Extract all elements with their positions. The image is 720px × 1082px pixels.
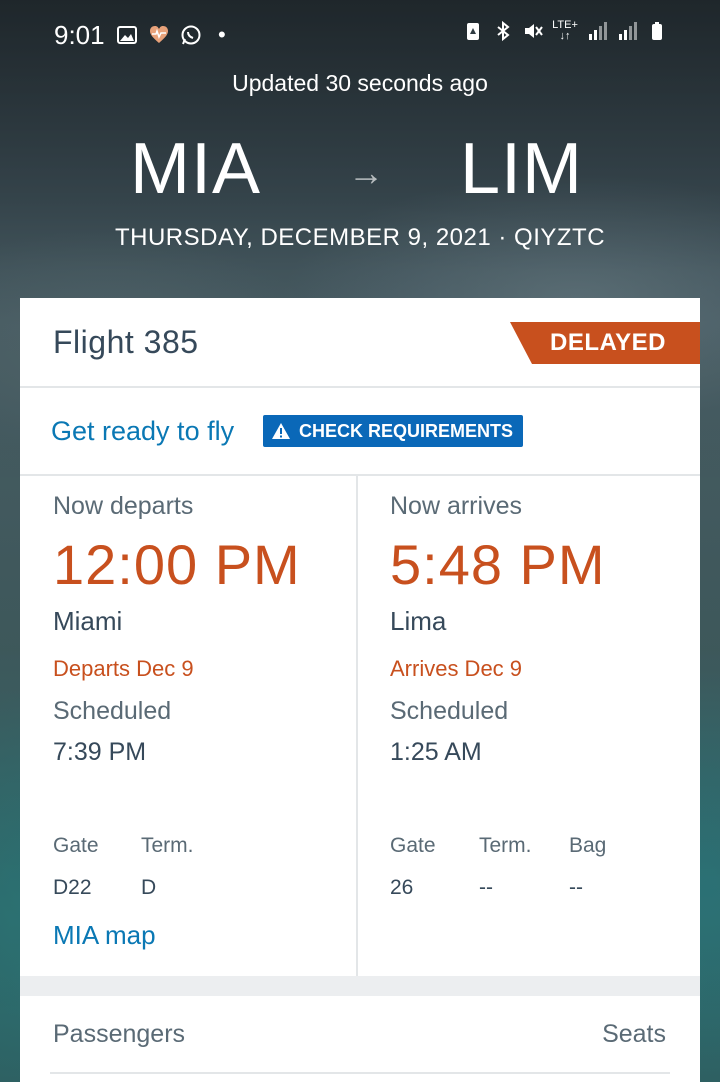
bluetooth-icon bbox=[497, 20, 510, 42]
arrival-term-label: Term. bbox=[479, 834, 532, 857]
departure-scheduled-label: Scheduled bbox=[53, 697, 172, 725]
departure-column: Now departs 12:00 PM Miami Departs Dec 9… bbox=[20, 474, 358, 976]
lte-icon: LTE+ ↓↑ bbox=[552, 19, 578, 42]
check-requirements-label: CHECK REQUIREMENTS bbox=[299, 420, 514, 441]
departure-gate-label: Gate bbox=[53, 834, 99, 857]
origin-code: MIA bbox=[130, 129, 262, 209]
trip-date-confirmation: THURSDAY, DECEMBER 9, 2021 · QIYZTC bbox=[114, 224, 606, 251]
seats-label: Seats bbox=[602, 1020, 666, 1048]
departs-label: Now departs bbox=[53, 492, 194, 520]
arrives-label: Now arrives bbox=[390, 492, 522, 520]
arrival-gate: 26 bbox=[390, 876, 414, 899]
destination-code: LIM bbox=[460, 129, 584, 209]
arrival-term: -- bbox=[479, 876, 493, 899]
status-left-icons: • bbox=[116, 22, 226, 48]
status-bar: 9:01 • LTE+ ↓↑ bbox=[0, 0, 720, 66]
signal-icon-2 bbox=[619, 22, 637, 40]
get-ready-row: Get ready to fly CHECK REQUIREMENTS bbox=[20, 388, 700, 476]
status-time: 9:01 bbox=[54, 20, 105, 50]
arrival-bag-label: Bag bbox=[569, 834, 607, 857]
departure-term-label: Term. bbox=[141, 834, 194, 857]
status-right-icons: LTE+ ↓↑ bbox=[462, 20, 668, 42]
arrival-city: Lima bbox=[390, 606, 447, 636]
departure-gate: D22 bbox=[53, 876, 92, 899]
arrival-time: 5:48 PM bbox=[390, 533, 606, 596]
arrival-gate-label: Gate bbox=[390, 834, 436, 857]
image-icon bbox=[117, 26, 137, 44]
arrival-bag: -- bbox=[569, 876, 583, 899]
arrival-column: Now arrives 5:48 PM Lima Arrives Dec 9 S… bbox=[358, 474, 700, 976]
arrival-scheduled-label: Scheduled bbox=[390, 697, 509, 725]
notification-dot: • bbox=[218, 22, 226, 47]
arrival-scheduled-time: 1:25 AM bbox=[390, 738, 482, 766]
passengers-divider bbox=[50, 1072, 670, 1074]
mute-icon bbox=[525, 24, 543, 38]
departure-scheduled-time: 7:39 PM bbox=[53, 738, 147, 766]
passengers-header: Passengers Seats bbox=[20, 996, 700, 1082]
route-header: MIA → LIM bbox=[0, 128, 720, 224]
warning-icon bbox=[272, 423, 290, 439]
flight-title-row: Flight 385 DELAYED bbox=[20, 298, 700, 388]
get-ready-link[interactable]: Get ready to fly bbox=[51, 416, 234, 447]
status-badge: DELAYED bbox=[510, 322, 700, 364]
check-requirements-button[interactable]: CHECK REQUIREMENTS bbox=[263, 415, 524, 447]
passengers-label: Passengers bbox=[53, 1020, 186, 1048]
lte-label: LTE+ bbox=[552, 19, 578, 31]
updated-text: Updated 30 seconds ago bbox=[232, 70, 488, 96]
airport-map-link[interactable]: MIA map bbox=[53, 920, 156, 951]
battery-saver-icon bbox=[467, 23, 479, 40]
whatsapp-icon bbox=[181, 25, 201, 45]
heart-rate-icon bbox=[150, 26, 168, 43]
departure-city: Miami bbox=[53, 606, 123, 636]
section-divider bbox=[20, 976, 700, 996]
arrow-right-icon: → bbox=[348, 152, 384, 193]
departure-time: 12:00 PM bbox=[53, 533, 301, 596]
signal-icon bbox=[589, 22, 607, 40]
arrival-date: Arrives Dec 9 bbox=[390, 656, 523, 681]
departure-date: Departs Dec 9 bbox=[53, 656, 194, 681]
flight-times: Now departs 12:00 PM Miami Departs Dec 9… bbox=[20, 474, 700, 976]
departure-term: D bbox=[141, 876, 157, 899]
battery-icon bbox=[652, 22, 662, 40]
flight-number: Flight 385 bbox=[53, 324, 199, 360]
flight-card: Flight 385 DELAYED Get ready to fly CHEC… bbox=[20, 298, 700, 1082]
